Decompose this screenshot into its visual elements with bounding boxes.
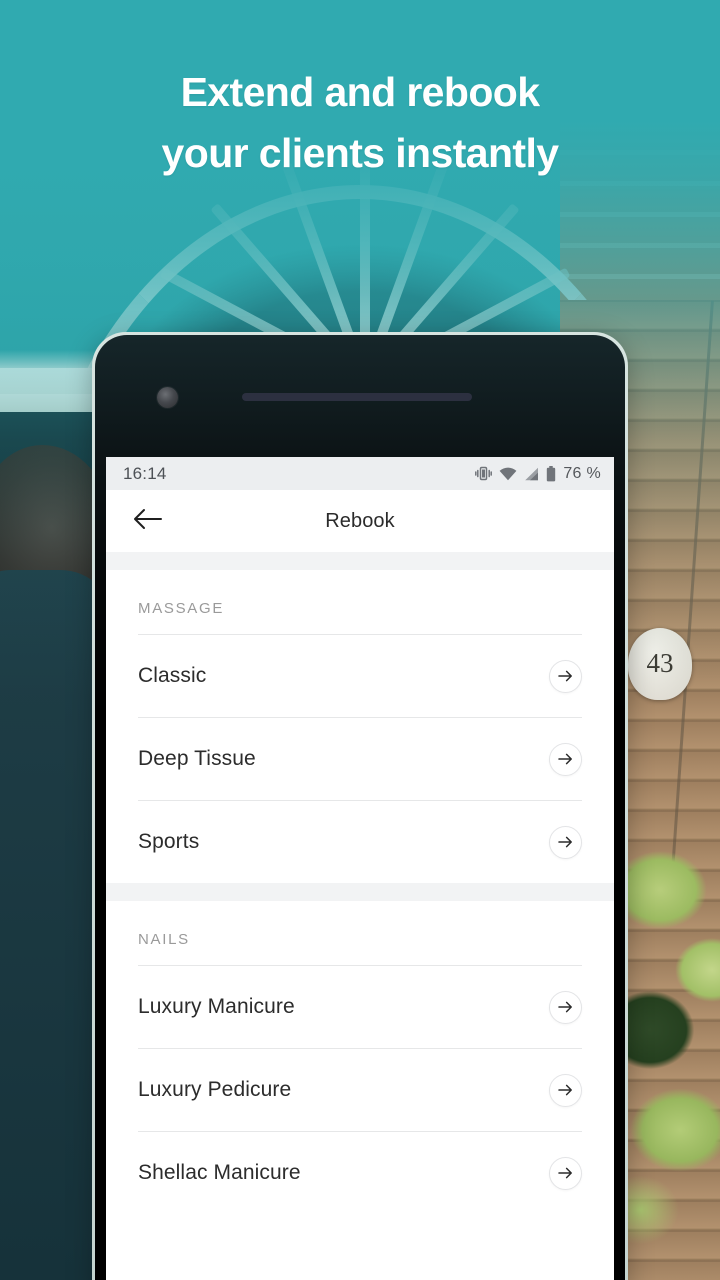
arrow-right-icon[interactable] (549, 742, 582, 776)
list-item[interactable]: Luxury Pedicure (106, 1049, 614, 1131)
headline-line-2: your clients instantly (161, 129, 560, 176)
service-name: Deep Tissue (138, 747, 256, 770)
arrow-right-icon[interactable] (549, 825, 582, 859)
service-name: Luxury Manicure (138, 995, 295, 1018)
service-name: Luxury Pedicure (138, 1078, 292, 1101)
list-item[interactable]: Shellac Manicure (106, 1132, 614, 1214)
front-camera-icon (157, 387, 178, 408)
list-item[interactable]: Sports (106, 801, 614, 883)
headline-line-1: Extend and rebook (180, 69, 540, 115)
battery-icon (546, 465, 556, 482)
phone-body: 16:14 76 % Rebook MASSAGE Classic Deep T… (95, 335, 625, 1280)
vibrate-icon (475, 466, 493, 481)
arrow-right-icon[interactable] (549, 990, 582, 1024)
list-item[interactable]: Deep Tissue (106, 718, 614, 800)
cellular-signal-icon (524, 467, 539, 481)
section-gap (106, 552, 614, 570)
app-bar: Rebook (106, 490, 614, 552)
arrow-right-icon[interactable] (549, 1073, 582, 1107)
promo-headline: Extend and rebook your clients instantly (0, 62, 720, 183)
phone-mockup: 16:14 76 % Rebook MASSAGE Classic Deep T… (92, 332, 628, 1280)
phone-top-bezel (95, 335, 625, 457)
service-name: Shellac Manicure (138, 1161, 301, 1184)
service-section-nails: NAILS Luxury Manicure Luxury Pedicure Sh… (106, 901, 614, 1214)
service-section-massage: MASSAGE Classic Deep Tissue Sports (106, 570, 614, 883)
list-item[interactable]: Luxury Manicure (106, 966, 614, 1048)
wifi-icon (499, 467, 517, 481)
back-button[interactable] (128, 501, 168, 541)
page-title: Rebook (325, 509, 395, 532)
promo-poster: 43 Extend and rebook your clients instan… (0, 0, 720, 1280)
battery-percentage: 76 % (563, 464, 601, 482)
section-header-massage: MASSAGE (138, 600, 225, 617)
service-name: Sports (138, 830, 200, 853)
arrow-right-icon[interactable] (549, 1156, 582, 1190)
arrow-left-icon (133, 508, 163, 535)
list-item[interactable]: Classic (106, 635, 614, 717)
section-header-nails: NAILS (138, 931, 190, 948)
status-indicators: 76 % (475, 465, 601, 483)
phone-screen: 16:14 76 % Rebook MASSAGE Classic Deep T… (106, 457, 614, 1280)
status-bar: 16:14 76 % (106, 457, 614, 490)
status-time: 16:14 (123, 463, 167, 483)
arrow-right-icon[interactable] (549, 659, 582, 693)
earpiece-speaker (242, 393, 472, 401)
service-name: Classic (138, 664, 207, 687)
section-gap (106, 883, 614, 901)
